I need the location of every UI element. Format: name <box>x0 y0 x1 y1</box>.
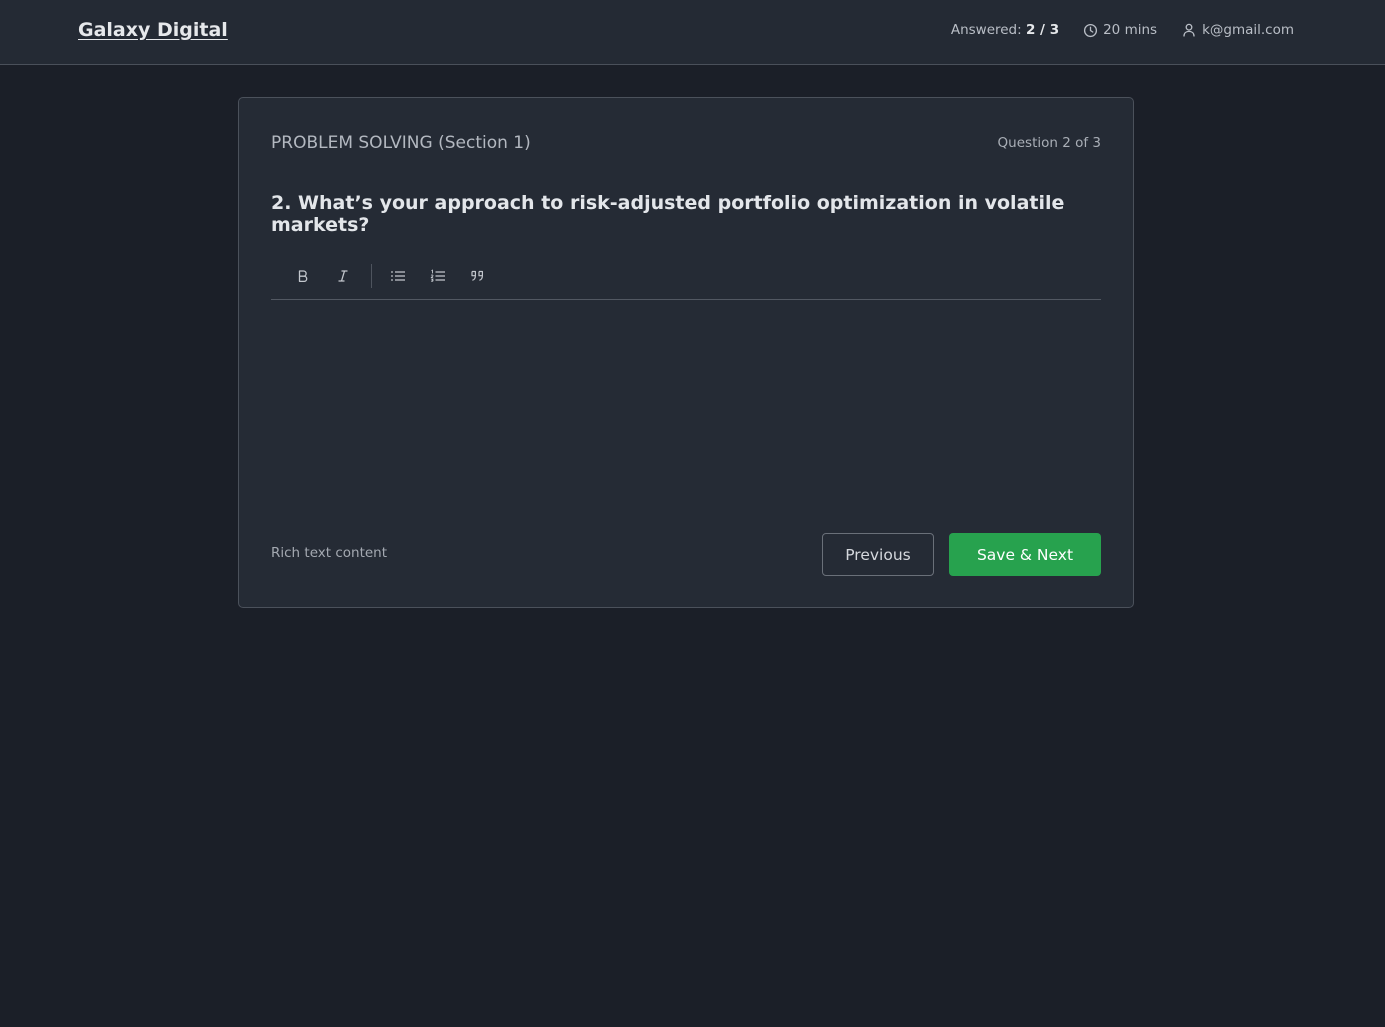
answered-value: 2 / 3 <box>1025 22 1060 38</box>
editor-toolbar <box>271 253 1101 300</box>
user-menu[interactable]: k@gmail.com <box>1181 22 1294 38</box>
clock-icon <box>1084 23 1098 37</box>
numbered-list-button[interactable] <box>422 260 454 292</box>
header-status: Answered: 2 / 3 20 mins k@gmail.com <box>951 22 1294 38</box>
toolbar-divider <box>371 264 372 288</box>
top-bar: Galaxy Digital Answered: 2 / 3 20 mins k… <box>0 0 1385 65</box>
quote-button[interactable] <box>462 260 494 292</box>
answer-editor[interactable] <box>271 301 1101 521</box>
bullet-list-button[interactable] <box>382 260 414 292</box>
previous-button[interactable]: Previous <box>822 533 934 576</box>
bold-icon <box>298 270 308 283</box>
numbered-list-icon <box>430 269 445 282</box>
answered-label: Answered: <box>950 22 1026 38</box>
italic-icon <box>338 270 348 282</box>
editor-hint: Rich text content <box>271 545 388 561</box>
timer-text: 20 mins <box>1103 22 1158 38</box>
bold-button[interactable] <box>287 260 319 292</box>
timer: 20 mins <box>1083 22 1157 38</box>
brand-link[interactable]: Galaxy Digital <box>78 19 228 41</box>
answered-status: Answered: 2 / 3 <box>951 22 1059 38</box>
question-card: PROBLEM SOLVING (Section 1) Question 2 o… <box>238 97 1134 608</box>
question-text: 2. What’s your approach to risk-adjusted… <box>271 192 1065 236</box>
bullet-list-icon <box>391 271 405 281</box>
user-icon <box>1183 23 1195 37</box>
italic-button[interactable] <box>327 260 359 292</box>
section-title: PROBLEM SOLVING (Section 1) <box>271 133 531 153</box>
user-email: k@gmail.com <box>1202 22 1294 38</box>
save-next-button[interactable]: Save & Next <box>949 533 1101 576</box>
quote-icon <box>471 270 483 281</box>
question-counter: Question 2 of 3 <box>997 135 1101 151</box>
